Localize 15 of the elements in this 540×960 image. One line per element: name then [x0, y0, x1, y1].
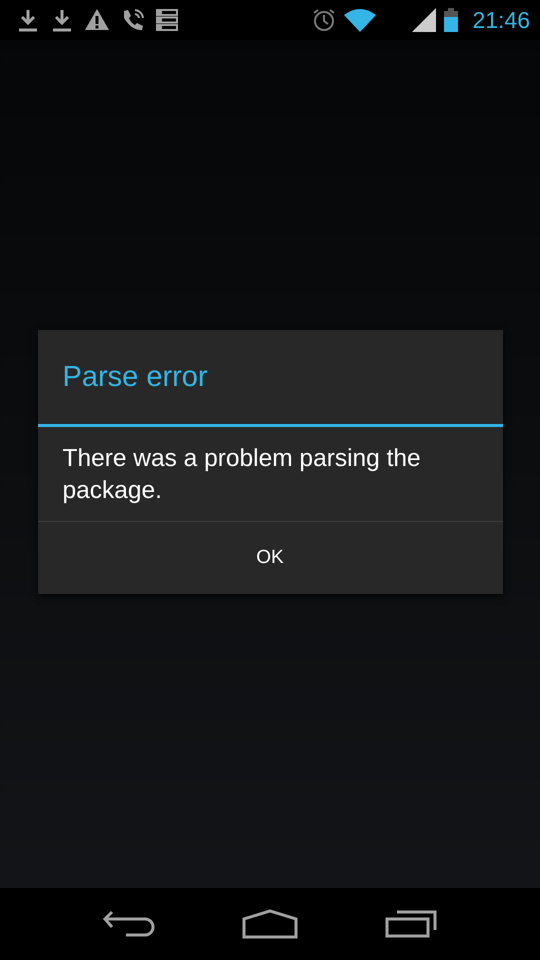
dialog-title: Parse error [38, 330, 502, 427]
back-icon[interactable] [103, 910, 156, 938]
status-time: 21:46 [472, 6, 530, 34]
wifi-icon [344, 8, 376, 32]
alarm-icon [312, 8, 336, 32]
warning-icon [84, 8, 110, 32]
ok-button[interactable]: OK [38, 522, 502, 594]
recent-apps-icon[interactable] [384, 910, 437, 938]
home-icon[interactable] [242, 909, 298, 939]
storage-icon [156, 9, 178, 31]
dialog-message: There was a problem parsing the package. [38, 427, 502, 522]
download-icon [16, 8, 40, 32]
download-icon [50, 8, 74, 32]
battery-icon [444, 8, 458, 32]
signal-icon [412, 8, 436, 32]
